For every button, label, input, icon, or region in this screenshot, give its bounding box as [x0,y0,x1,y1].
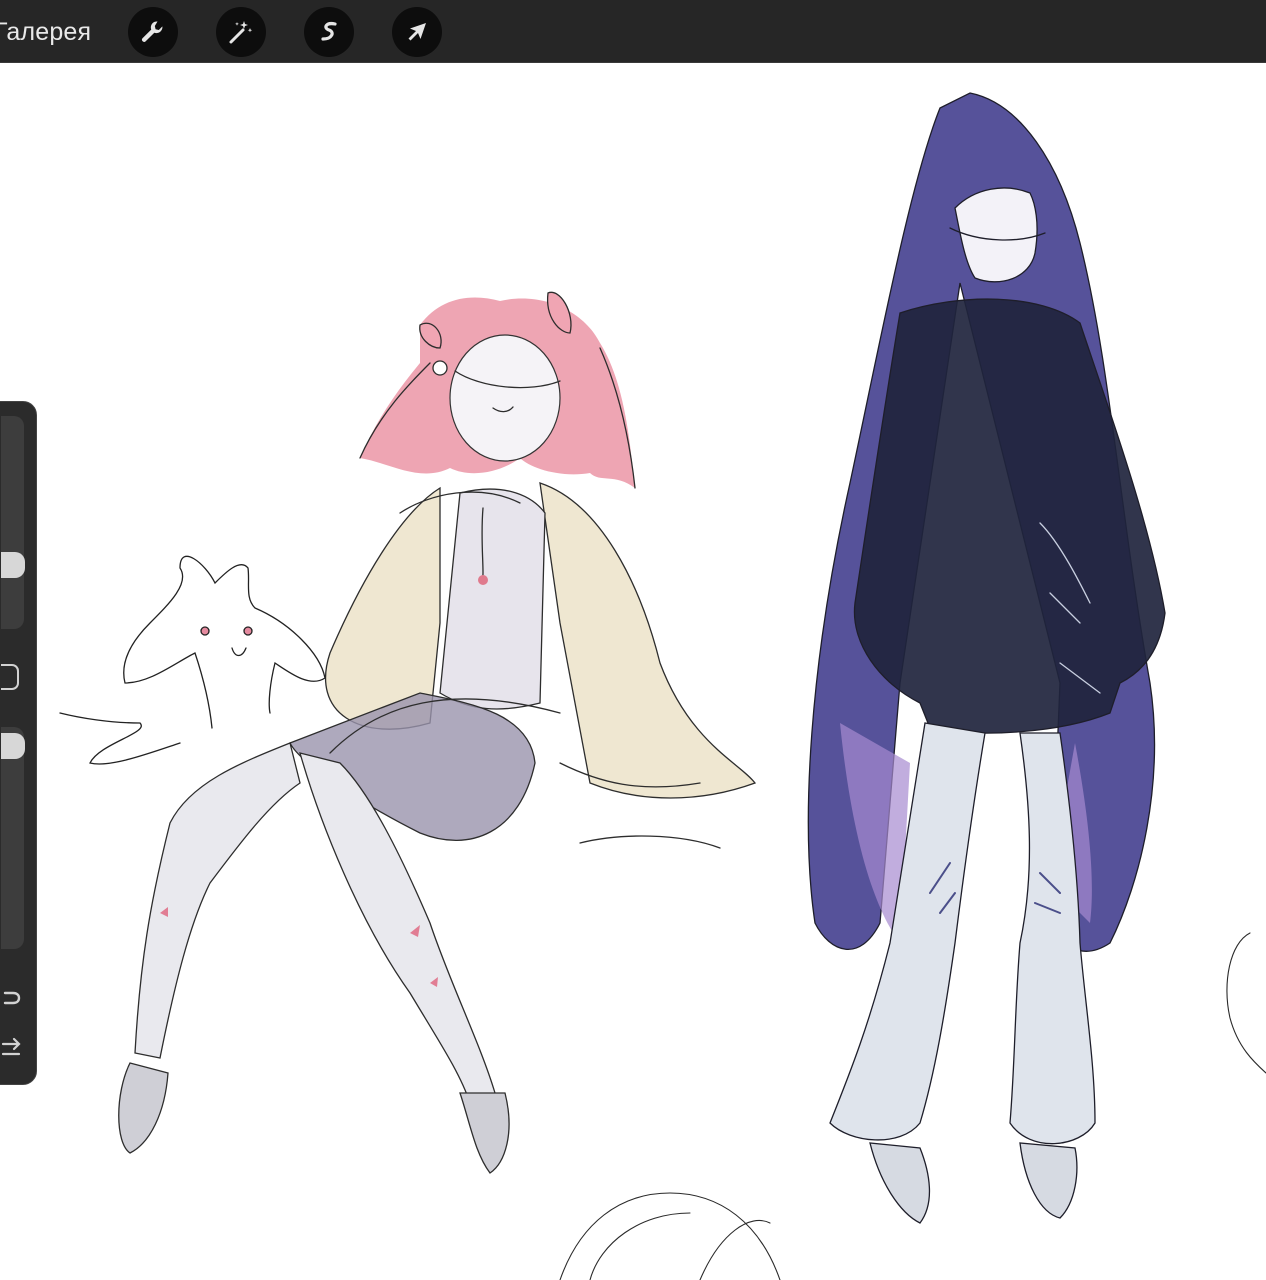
modify-button[interactable] [1,664,19,690]
brush-sidebar [0,401,37,1085]
wrench-icon [141,21,163,42]
undo-button[interactable] [1,987,25,1011]
drawing-canvas[interactable] [0,63,1266,1280]
brush-size-thumb[interactable] [1,552,25,578]
undo-icon [3,991,21,1005]
opacity-thumb[interactable] [1,733,25,759]
transform-button[interactable] [392,7,442,57]
sketch-artwork [59,92,1266,1280]
top-toolbar: Галерея [0,0,1266,63]
brush-size-slider[interactable] [1,416,24,629]
adjustments-button[interactable] [216,7,266,57]
arrow-cursor-icon [408,23,426,41]
magic-wand-icon [229,21,253,44]
gallery-button[interactable]: Галерея [0,14,91,50]
redo-button[interactable] [1,1036,25,1060]
selection-button[interactable] [304,7,354,57]
pink-hair-character [118,291,757,1174]
redo-icon [1,1037,21,1056]
selection-s-icon [321,22,337,41]
navy-hair-character [807,92,1166,1224]
opacity-slider[interactable] [1,727,24,949]
cat-creature-sketch [59,555,326,765]
actions-button[interactable] [128,7,178,57]
